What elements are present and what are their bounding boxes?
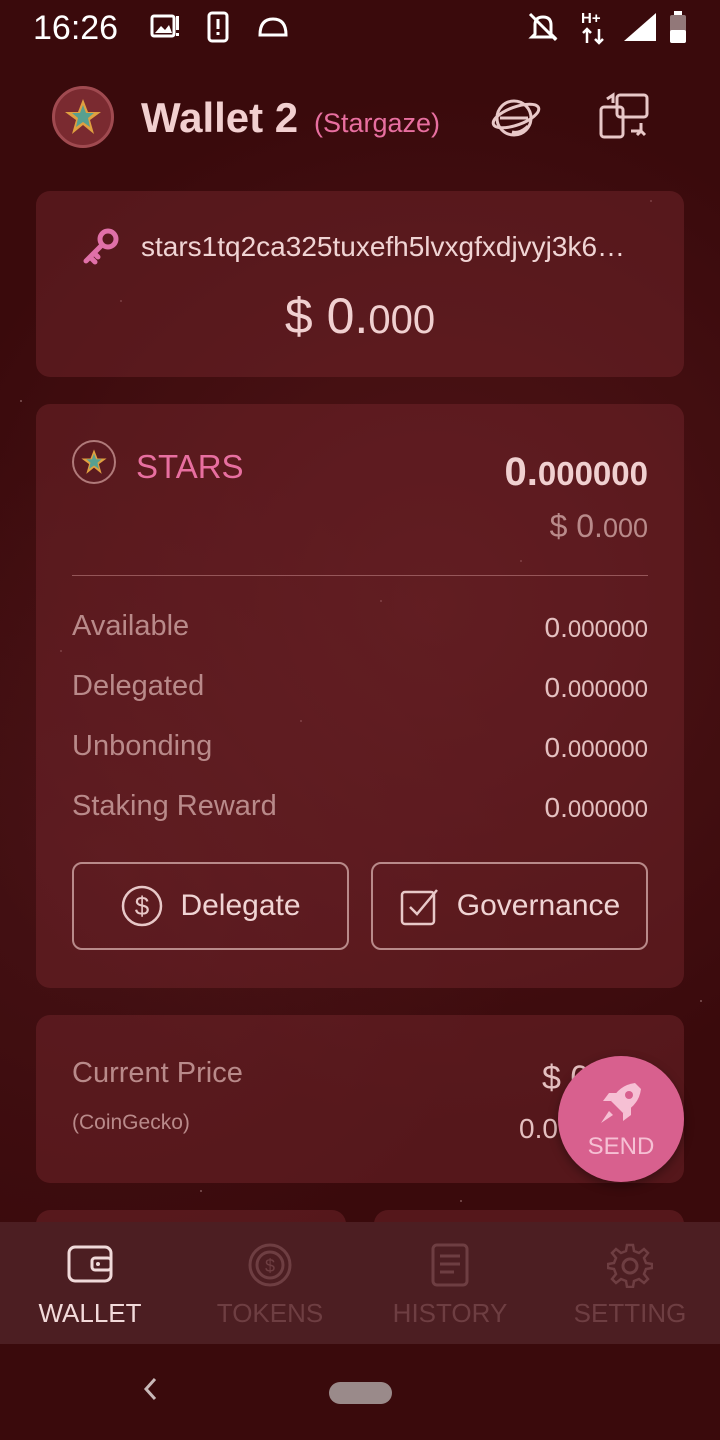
wallet-icon — [0, 1242, 180, 1286]
token-amount-dec: 000000 — [537, 455, 648, 492]
token-card: STARS 0.000000 $ 0.000 Available 0.00000… — [36, 404, 684, 988]
nav-wallet-label: WALLET — [38, 1298, 142, 1328]
nav-tokens-label: TOKENS — [216, 1298, 324, 1328]
gear-icon — [540, 1242, 720, 1288]
send-button[interactable]: SEND — [558, 1056, 684, 1182]
available-value-dec: 000000 — [567, 616, 648, 643]
staking-reward-row: Staking Reward 0.000000 — [72, 790, 648, 830]
price-change: 0.0 — [519, 1113, 558, 1144]
delegated-value-int: 0. — [544, 672, 568, 703]
signal-icon — [622, 10, 658, 44]
nav-tokens[interactable]: $ TOKENS — [180, 1222, 360, 1344]
total-balance-dec: 000 — [368, 298, 436, 342]
unbonding-value: 0.000000 — [545, 732, 648, 764]
staking-reward-value-int: 0. — [544, 792, 568, 823]
mobile-data-icon: H+ — [579, 10, 613, 45]
chain-avatar[interactable] — [52, 86, 114, 148]
key-icon — [80, 227, 120, 272]
document-icon — [360, 1242, 540, 1287]
star-icon — [65, 99, 101, 134]
unbonding-value-int: 0. — [544, 732, 568, 763]
coin-icon: $ — [180, 1242, 360, 1287]
dollar-circle-icon: $ — [122, 885, 163, 927]
device-alert-icon — [206, 10, 230, 44]
nav-setting[interactable]: SETTING — [540, 1222, 720, 1344]
cloud-icon — [256, 10, 290, 44]
token-amount-int: 0. — [504, 450, 538, 494]
delegated-row: Delegated 0.000000 — [72, 670, 648, 710]
home-button[interactable] — [329, 1382, 392, 1404]
unbonding-value-dec: 000000 — [567, 736, 648, 763]
total-balance-int: $ 0. — [284, 288, 369, 344]
back-icon[interactable] — [140, 1374, 160, 1409]
switch-wallet-icon[interactable] — [596, 90, 652, 146]
staking-reward-label: Staking Reward — [72, 790, 277, 822]
governance-label: Governance — [456, 889, 621, 922]
total-balance: $ 0.000 — [36, 287, 684, 345]
wallet-header: Wallet 2 (Stargaze) — [0, 78, 720, 162]
star-icon — [81, 449, 107, 474]
status-time: 16:26 — [33, 9, 119, 47]
unbonding-label: Unbonding — [72, 730, 213, 762]
delegated-value: 0.000000 — [545, 672, 648, 704]
send-label: SEND — [587, 1133, 655, 1160]
status-bar: 16:26 H+ — [0, 0, 720, 56]
delegated-value-dec: 000000 — [567, 676, 648, 703]
chain-name: (Stargaze) — [314, 108, 441, 138]
checkbox-icon — [400, 889, 438, 926]
current-price-label: Current Price — [72, 1057, 243, 1089]
price-source: (CoinGecko) — [72, 1111, 190, 1134]
delegate-button[interactable]: $ Delegate — [72, 862, 349, 950]
token-amount: 0.000000 — [505, 450, 648, 495]
address-card[interactable]: stars1tq2ca325tuxefh5lvxgfxdjvyj3k6… $ 0… — [36, 191, 684, 377]
nav-history[interactable]: HISTORY — [360, 1222, 540, 1344]
bottom-nav: WALLET $ TOKENS HISTORY SETTING — [0, 1222, 720, 1344]
available-value-int: 0. — [544, 612, 568, 643]
token-usd-dec: 000 — [602, 513, 648, 543]
token-usd-value: $ 0.000 — [550, 508, 648, 545]
notifications-off-icon — [526, 10, 560, 44]
explorer-icon[interactable] — [488, 90, 544, 146]
nav-setting-label: SETTING — [573, 1298, 687, 1328]
staking-reward-value: 0.000000 — [545, 792, 648, 824]
system-nav-bar — [0, 1344, 720, 1440]
wallet-name[interactable]: Wallet 2 — [141, 94, 298, 142]
nav-wallet[interactable]: WALLET — [0, 1222, 180, 1344]
delegated-label: Delegated — [72, 670, 205, 702]
nav-history-label: HISTORY — [392, 1298, 508, 1328]
token-logo — [72, 440, 116, 484]
delegate-label: Delegate — [180, 889, 301, 922]
rocket-icon — [601, 1083, 641, 1123]
svg-text:$: $ — [265, 1256, 275, 1276]
svg-text:$: $ — [135, 891, 150, 921]
available-value: 0.000000 — [545, 612, 648, 644]
battery-icon — [668, 10, 688, 44]
svg-text:H+: H+ — [581, 10, 601, 27]
image-notification-icon — [150, 10, 182, 44]
token-symbol: STARS — [136, 448, 244, 485]
staking-reward-value-dec: 000000 — [567, 796, 648, 823]
unbonding-row: Unbonding 0.000000 — [72, 730, 648, 770]
divider — [72, 575, 648, 576]
wallet-address[interactable]: stars1tq2ca325tuxefh5lvxgfxdjvyj3k6… — [141, 231, 671, 263]
governance-button[interactable]: Governance — [371, 862, 648, 950]
token-usd-int: $ 0. — [549, 508, 603, 544]
available-label: Available — [72, 610, 190, 642]
available-row: Available 0.000000 — [72, 610, 648, 650]
